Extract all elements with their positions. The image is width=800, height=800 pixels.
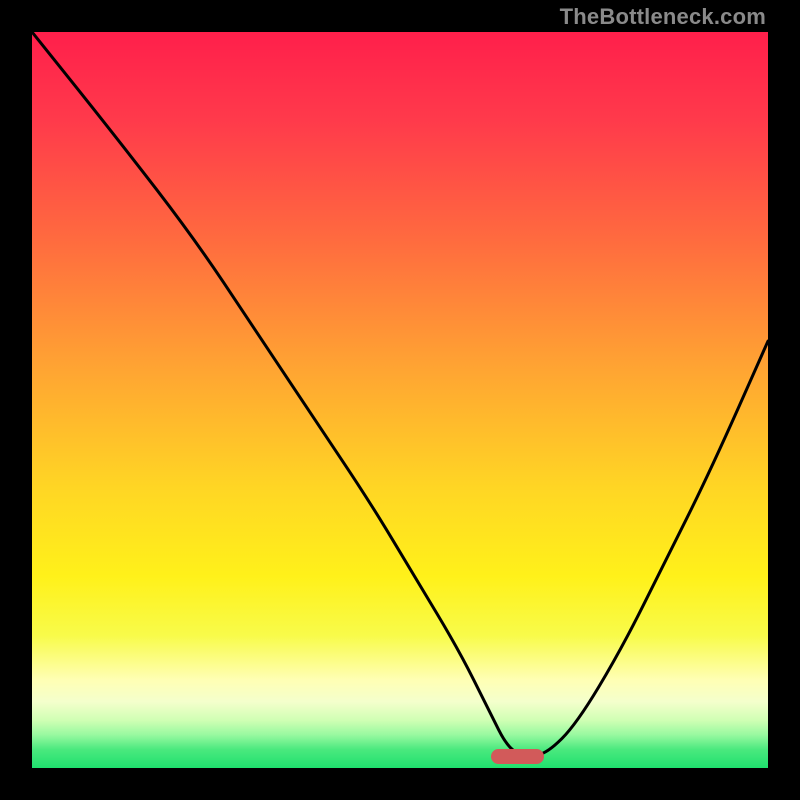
- optimum-marker: [491, 749, 544, 764]
- plot-area: [32, 32, 768, 768]
- watermark-text: TheBottleneck.com: [560, 4, 766, 30]
- curve-path: [32, 32, 768, 755]
- bottleneck-curve: [32, 32, 768, 768]
- chart-stage: TheBottleneck.com: [0, 0, 800, 800]
